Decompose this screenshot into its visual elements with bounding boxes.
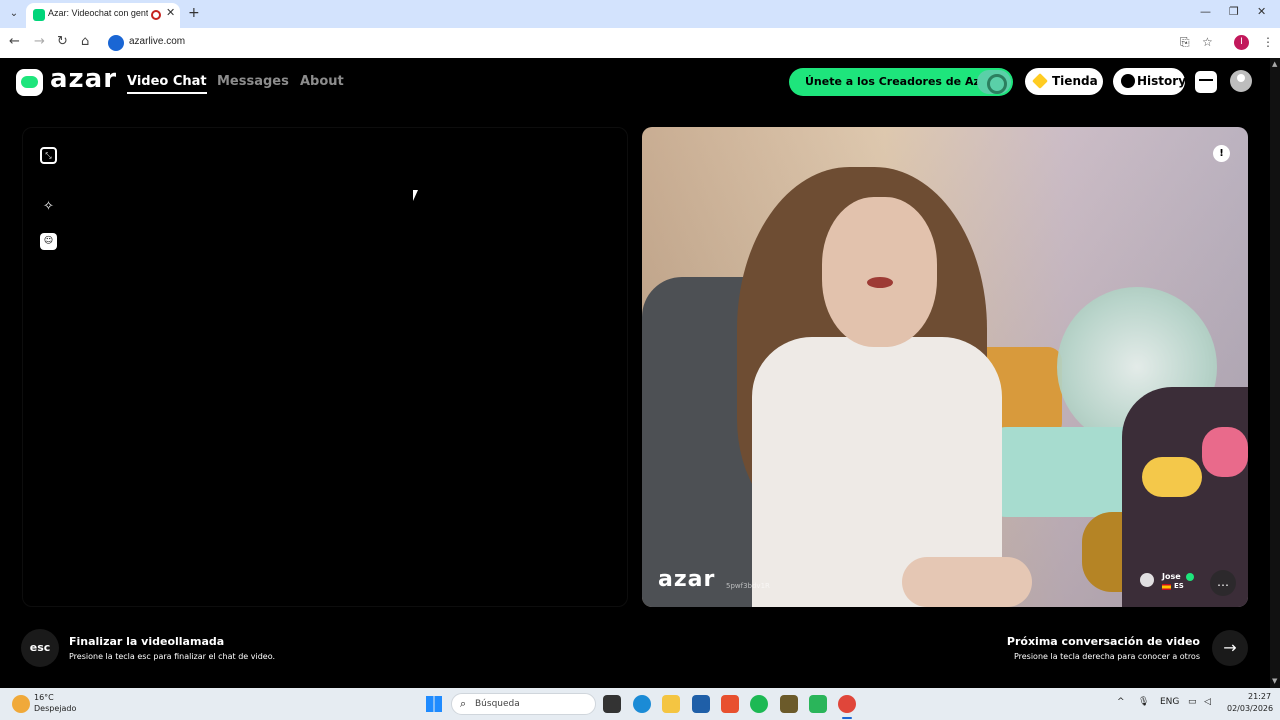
active-app-indicator: [842, 717, 852, 719]
nav-about[interactable]: About: [300, 74, 344, 89]
video-person-face: [822, 197, 937, 347]
chat-bubble-icon[interactable]: …: [1210, 570, 1236, 596]
new-tab-icon[interactable]: +: [188, 5, 200, 21]
minimize-video-icon[interactable]: ⤡: [40, 147, 57, 164]
task-view-icon[interactable]: [603, 695, 621, 713]
browser-menu-icon[interactable]: ⋮: [1262, 35, 1274, 49]
chrome-icon[interactable]: [838, 695, 856, 713]
browser-tab[interactable]: Azar: Videochat con gente ✕: [26, 3, 180, 28]
azar-favicon-icon: [33, 9, 45, 21]
browser-toolbar: ← → ↻ ⌂ azarlive.com ⎘ ☆ I ⋮: [0, 28, 1280, 58]
nav-video-chat[interactable]: Video Chat: [127, 74, 207, 94]
spain-flag-icon: [1162, 584, 1171, 590]
magic-wand-icon[interactable]: ✧: [40, 198, 57, 215]
next-call-subtitle: Presione la tecla derecha para conocer a…: [1013, 652, 1200, 661]
tab-search-chevron-icon[interactable]: ⌄: [6, 6, 22, 22]
peer-name: Jose: [1162, 572, 1181, 581]
video-person-lips: [867, 277, 893, 288]
watermark-logo: azar: [658, 567, 716, 592]
recording-indicator-icon: [151, 10, 161, 20]
inbox-icon[interactable]: [1195, 71, 1217, 93]
forward-icon[interactable]: →: [34, 34, 45, 49]
windows-taskbar: 16°C Despejado ⌕ Búsqueda ^ ENG 🎙 ▭ ◁ 21…: [0, 688, 1280, 720]
next-call-title: Próxima conversación de video: [1006, 635, 1200, 648]
end-call-subtitle: Presione la tecla esc para finalizar el …: [69, 652, 276, 661]
user-avatar-icon[interactable]: [1230, 70, 1252, 92]
file-explorer-icon[interactable]: [662, 695, 680, 713]
video-blanket-pattern: [1202, 427, 1248, 477]
volume-icon[interactable]: ◁: [1204, 697, 1211, 707]
remote-video-panel: ! azar 5pwf3bdv1R Jose ES …: [642, 127, 1248, 607]
weather-icon[interactable]: [12, 695, 30, 713]
watermark-id: 5pwf3bdv1R: [726, 582, 770, 590]
peer-avatar-icon: [1140, 573, 1154, 587]
join-creators-label: Únete a los Creadores de Azar: [805, 75, 993, 88]
spotify-icon[interactable]: [750, 695, 768, 713]
minimize-icon[interactable]: —: [1200, 5, 1211, 18]
creators-illustration-icon: [977, 70, 1011, 94]
tray-chevron-icon[interactable]: ^: [1117, 697, 1125, 707]
address-bar[interactable]: azarlive.com: [104, 31, 1226, 55]
app-icon[interactable]: [809, 695, 827, 713]
end-call-button[interactable]: esc: [21, 629, 59, 667]
end-call-title: Finalizar la videollamada: [69, 635, 225, 648]
reload-icon[interactable]: ↻: [57, 34, 68, 49]
mouse-cursor: [413, 190, 418, 201]
peer-country: ES: [1174, 582, 1184, 590]
store-label: Tienda: [1052, 74, 1098, 88]
profile-avatar[interactable]: I: [1234, 35, 1249, 50]
verified-badge-icon: [1186, 573, 1194, 581]
brave-icon[interactable]: [721, 695, 739, 713]
clock-date[interactable]: 02/03/2026: [1227, 704, 1273, 713]
self-video-panel: ⤡ ✧ ☺: [22, 127, 628, 607]
back-icon[interactable]: ←: [9, 34, 20, 49]
network-icon[interactable]: ▭: [1188, 697, 1197, 707]
clock-icon: [1121, 74, 1135, 88]
store-app-icon[interactable]: [692, 695, 710, 713]
weather-description: Despejado: [34, 704, 77, 713]
app-header: azar Video Chat Messages About Únete a l…: [0, 58, 1270, 108]
video-blanket-pattern: [1142, 457, 1202, 497]
scroll-up-icon[interactable]: ▲: [1272, 60, 1277, 68]
url-text: azarlive.com: [129, 36, 186, 47]
edge-icon[interactable]: [633, 695, 651, 713]
install-app-icon[interactable]: ⎘: [1180, 35, 1190, 50]
azar-logo-text[interactable]: azar: [50, 64, 117, 94]
microphone-icon[interactable]: 🎙: [1138, 697, 1149, 707]
join-creators-button[interactable]: Únete a los Creadores de Azar: [789, 68, 1013, 96]
report-icon[interactable]: !: [1213, 145, 1230, 162]
face-filter-icon[interactable]: ☺: [40, 233, 57, 250]
windows-start-icon[interactable]: [426, 696, 442, 712]
search-placeholder: Búsqueda: [475, 699, 520, 709]
azar-logo-icon[interactable]: [16, 69, 43, 96]
history-label: History: [1137, 74, 1187, 88]
clock-time[interactable]: 21:27: [1248, 692, 1271, 701]
maximize-icon[interactable]: ❐: [1229, 5, 1239, 18]
peer-info[interactable]: Jose ES: [1140, 570, 1200, 594]
input-language[interactable]: ENG: [1160, 697, 1179, 707]
history-button[interactable]: History: [1113, 68, 1187, 95]
scroll-down-icon[interactable]: ▼: [1272, 677, 1277, 685]
window-close-icon[interactable]: ✕: [1257, 5, 1266, 18]
home-icon[interactable]: ⌂: [81, 34, 89, 49]
nav-messages[interactable]: Messages: [217, 74, 289, 89]
gem-icon: [1032, 73, 1048, 89]
bookmark-star-icon[interactable]: ☆: [1202, 35, 1213, 49]
browser-tab-strip: ⌄ Azar: Videochat con gente ✕ + — ❐ ✕: [0, 0, 1280, 28]
video-person-hands: [902, 557, 1032, 607]
store-button[interactable]: Tienda: [1025, 68, 1103, 95]
page-scrollbar[interactable]: [1270, 58, 1280, 688]
minecraft-icon[interactable]: [780, 695, 798, 713]
next-arrow-icon[interactable]: →: [1212, 630, 1248, 666]
search-icon: ⌕: [460, 697, 467, 710]
taskbar-search[interactable]: ⌕ Búsqueda: [451, 693, 596, 715]
tab-title: Azar: Videochat con gente: [48, 8, 148, 18]
tab-close-icon[interactable]: ✕: [166, 6, 175, 19]
weather-temperature: 16°C: [34, 693, 54, 702]
site-info-icon[interactable]: [108, 35, 124, 51]
